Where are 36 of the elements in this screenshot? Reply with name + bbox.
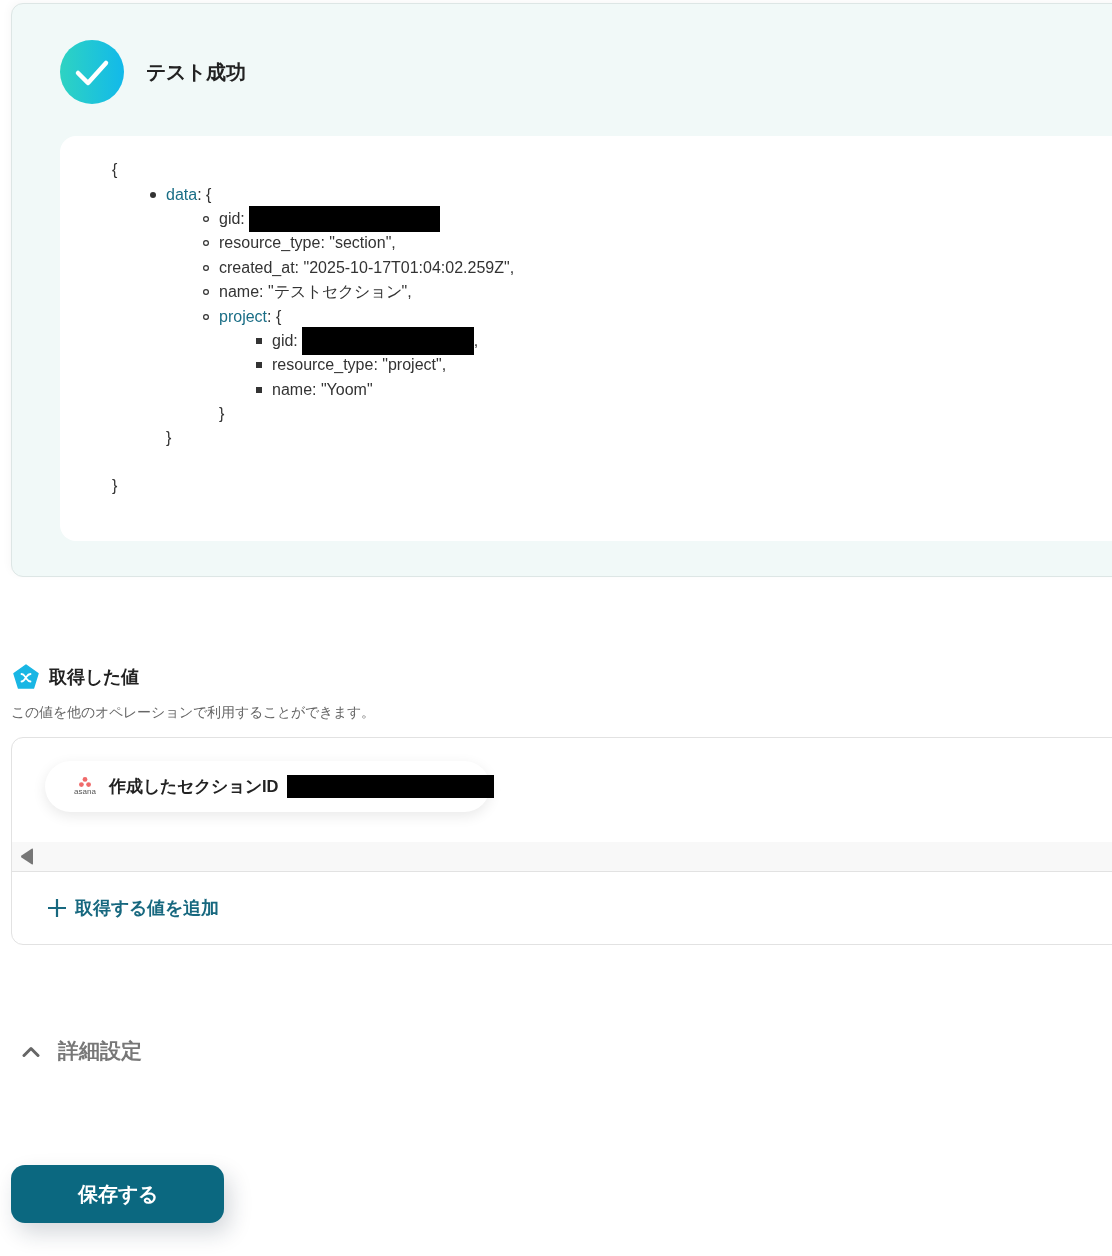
closing-brace: } [219,405,225,424]
json-line: resource_type: "project", [272,356,447,375]
bullet-icon [203,313,209,320]
status-title: テスト成功 [146,59,246,85]
section-description: この値を他のオペレーションで利用することができます。 [11,704,376,723]
three-dots-icon [79,777,91,788]
json-line: gid: [272,331,298,350]
bullet-icon [203,215,209,222]
json-line: gid: [219,209,245,228]
value-label: 作成したセクションID [109,775,279,797]
scroll-left-icon[interactable] [20,848,35,866]
logo-text: asana [74,788,96,797]
plus-icon [48,899,66,918]
bullet-icon [256,386,262,393]
check-circle-icon [60,40,124,104]
opening-brace: { [112,161,118,180]
advanced-settings-toggle[interactable]: 詳細設定 [22,1037,142,1066]
json-line: resource_type: "section", [219,234,396,253]
json-line: , [473,331,479,350]
bullet-icon [150,191,156,198]
save-button[interactable]: 保存する [11,1165,224,1224]
bullet-icon [203,264,209,271]
closing-brace: } [112,476,118,495]
bullet-icon [203,289,209,296]
json-line: name: "Yoom" [272,380,373,399]
json-line: project: { [219,307,282,326]
json-line: created_at: "2025-10-17T01:04:02.259Z", [219,258,515,277]
add-value-button[interactable]: 取得する値を追加 [48,896,219,921]
bullet-icon [203,240,209,247]
json-line: data: { [166,185,212,204]
closing-brace: } [166,429,172,448]
bullet-icon [256,362,262,369]
bullet-icon [256,337,262,344]
section-title: 取得した値 [49,666,139,690]
json-line: name: "テストセクション", [219,281,412,302]
variable-icon [13,664,39,691]
